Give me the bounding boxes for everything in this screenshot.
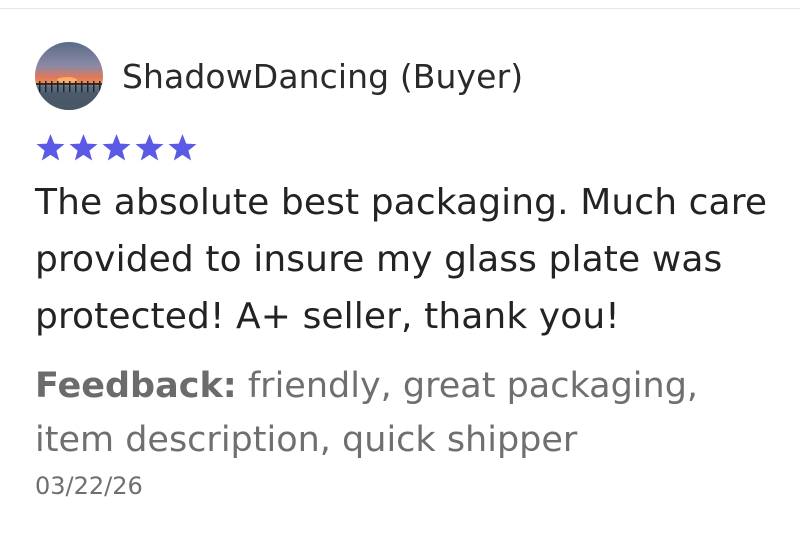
star-rating (35, 132, 785, 164)
review-card: ShadowDancing (Buyer) The absolute best … (35, 42, 785, 505)
star-icon (101, 133, 132, 163)
star-icon (134, 133, 165, 163)
feedback-label: Feedback: (35, 366, 237, 406)
reviewer-name[interactable]: ShadowDancing (Buyer) (122, 57, 523, 96)
sunset-pier-photo-icon (35, 42, 103, 110)
review-date: 03/22/26 (35, 472, 143, 500)
avatar[interactable] (35, 42, 103, 110)
star-icon (167, 133, 198, 163)
top-divider (0, 8, 800, 9)
star-icon (35, 133, 66, 163)
review-text: The absolute best packaging. Much care p… (35, 182, 768, 337)
star-icon (68, 133, 99, 163)
review-header: ShadowDancing (Buyer) (35, 42, 785, 110)
feedback: Feedback: friendly, great packaging, ite… (35, 359, 785, 467)
